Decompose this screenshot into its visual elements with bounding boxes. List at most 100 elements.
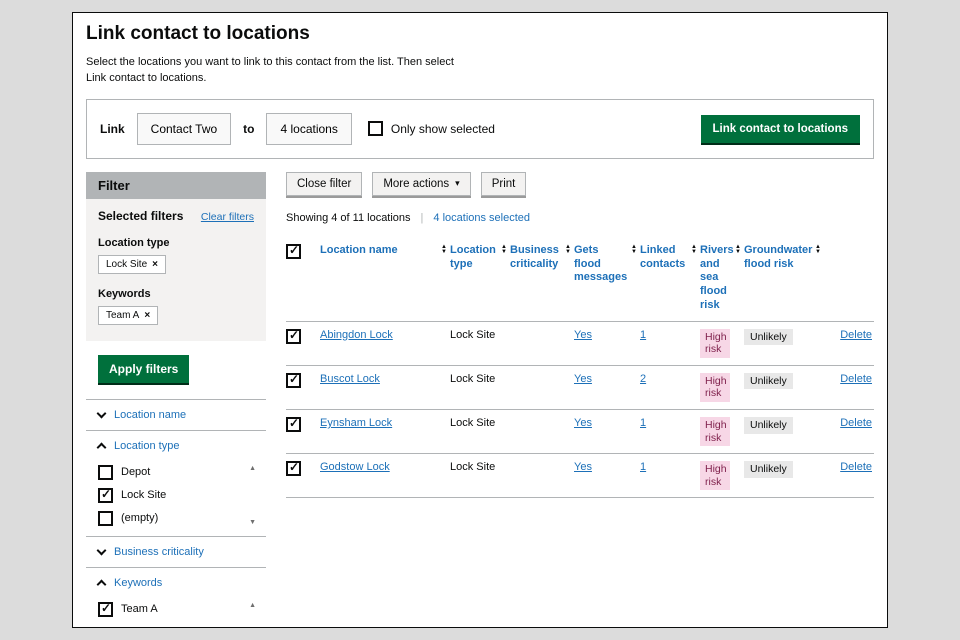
location-type-value: Lock Site [450, 373, 495, 385]
location-type-value: Lock Site [450, 461, 495, 473]
checkbox[interactable] [98, 511, 113, 526]
clear-filters-link[interactable]: Clear filters [201, 211, 254, 223]
delete-link[interactable]: Delete [840, 329, 872, 341]
filter-section-label: Location type [114, 440, 179, 452]
col-location-name[interactable]: Location name [320, 236, 450, 321]
select-all-cell [286, 236, 320, 321]
filter-section-label: Keywords [114, 577, 162, 589]
checkbox[interactable] [98, 602, 113, 617]
option-label: (empty) [121, 512, 158, 524]
locations-picker-button[interactable]: 4 locations [266, 113, 351, 145]
filter-panel: Filter Selected filters Clear filters Lo… [86, 172, 266, 627]
link-label: Link [100, 122, 125, 136]
row-checkbox[interactable] [286, 329, 301, 344]
sort-icon[interactable] [501, 245, 507, 255]
contact-picker-button[interactable]: Contact Two [137, 113, 231, 145]
close-filter-label: Close filter [297, 178, 351, 190]
selected-filters-section: Selected filters Clear filters Location … [86, 199, 266, 341]
col-actions [824, 236, 874, 321]
checkbox[interactable] [98, 465, 113, 480]
location-link[interactable]: Buscot Lock [320, 373, 380, 385]
col-label: Rivers and sea flood risk [700, 244, 734, 311]
col-business-criticality[interactable]: Business criticality [510, 236, 574, 321]
option-label: Lock Site [121, 489, 166, 501]
scroll-down-icon[interactable]: ▼ [249, 519, 256, 526]
flood-messages-link[interactable]: Yes [574, 461, 592, 473]
remove-tag-icon[interactable]: × [144, 310, 150, 321]
caret-down-icon: ▾ [455, 178, 460, 189]
close-filter-button[interactable]: Close filter [286, 172, 362, 196]
link-bar: Link Contact Two to 4 locations Only sho… [86, 99, 874, 159]
filter-option-empty[interactable]: (empty) [98, 507, 242, 530]
filter-section-toggle-keywords[interactable]: Keywords [98, 568, 254, 598]
filter-section-toggle-location-type[interactable]: Location type [98, 431, 254, 461]
linked-contacts-link[interactable]: 1 [640, 329, 646, 341]
col-linked-contacts[interactable]: Linked contacts [640, 236, 700, 321]
sort-icon[interactable] [565, 245, 571, 255]
locations-table: Location name Location type Business cri… [286, 236, 874, 499]
flood-messages-link[interactable]: Yes [574, 417, 592, 429]
col-rivers-sea-flood-risk[interactable]: Rivers and sea flood risk [700, 236, 744, 321]
delete-link[interactable]: Delete [840, 417, 872, 429]
chevron-down-icon [97, 545, 107, 555]
only-show-selected-checkbox[interactable] [368, 121, 383, 136]
page-card: Link contact to locations Select the loc… [72, 12, 888, 628]
location-link[interactable]: Godstow Lock [320, 461, 390, 473]
selected-group-label: Location type [98, 237, 254, 249]
selected-filter-tag[interactable]: Team A× [98, 306, 158, 325]
filter-section-toggle-location-name[interactable]: Location name [98, 400, 254, 430]
filter-option-depot[interactable]: Depot [98, 461, 242, 484]
flood-messages-link[interactable]: Yes [574, 373, 592, 385]
linked-contacts-link[interactable]: 2 [640, 373, 646, 385]
apply-filters-button[interactable]: Apply filters [98, 355, 189, 383]
sort-icon[interactable] [691, 245, 697, 255]
chevron-down-icon [97, 408, 107, 418]
chevron-up-icon [97, 579, 107, 589]
row-checkbox[interactable] [286, 373, 301, 388]
business-criticality-value [510, 321, 574, 365]
river-risk-badge: High risk [700, 373, 730, 402]
intro-text: Select the locations you want to link to… [86, 55, 874, 87]
scroll-up-icon[interactable]: ▲ [249, 602, 256, 609]
checkbox[interactable] [98, 488, 113, 503]
sort-icon[interactable] [441, 245, 447, 255]
linked-contacts-link[interactable]: 1 [640, 461, 646, 473]
col-gets-flood-messages[interactable]: Gets flood messages [574, 236, 640, 321]
intro-line-2: Link contact to locations. [86, 71, 874, 87]
river-risk-badge: High risk [700, 461, 730, 490]
filter-section-toggle-business-criticality[interactable]: Business criticality [98, 537, 254, 567]
select-all-checkbox[interactable] [286, 244, 301, 259]
filter-option-lock-site[interactable]: Lock Site [98, 484, 242, 507]
row-checkbox[interactable] [286, 417, 301, 432]
remove-tag-icon[interactable]: × [152, 259, 158, 270]
only-show-selected-control[interactable]: Only show selected [368, 121, 495, 136]
scroll-up-icon[interactable]: ▲ [249, 465, 256, 472]
sort-icon[interactable] [735, 245, 741, 255]
intro-line-1: Select the locations you want to link to… [86, 55, 874, 71]
row-checkbox[interactable] [286, 461, 301, 476]
location-link[interactable]: Eynsham Lock [320, 417, 392, 429]
sort-icon[interactable] [631, 245, 637, 255]
selected-filter-tag[interactable]: Lock Site× [98, 255, 166, 274]
keywords-options: ▲ Team A [98, 598, 254, 627]
location-link[interactable]: Abingdon Lock [320, 329, 393, 341]
sort-icon[interactable] [815, 245, 821, 255]
flood-messages-link[interactable]: Yes [574, 329, 592, 341]
col-groundwater-flood-risk[interactable]: Groundwater flood risk [744, 236, 824, 321]
table-row: Abingdon Lock Lock Site Yes 1 High risk … [286, 321, 874, 365]
apply-filters-area: Apply filters [86, 341, 266, 399]
locations-selected-link[interactable]: 4 locations selected [433, 212, 530, 224]
print-button[interactable]: Print [481, 172, 527, 196]
filter-option-team-a[interactable]: Team A [98, 598, 242, 621]
delete-link[interactable]: Delete [840, 461, 872, 473]
business-criticality-value [510, 454, 574, 498]
linked-contacts-link[interactable]: 1 [640, 417, 646, 429]
business-criticality-value [510, 365, 574, 409]
delete-link[interactable]: Delete [840, 373, 872, 385]
more-actions-button[interactable]: More actions ▾ [372, 172, 470, 196]
link-contact-to-locations-button[interactable]: Link contact to locations [701, 115, 860, 143]
col-location-type[interactable]: Location type [450, 236, 510, 321]
print-label: Print [492, 178, 516, 190]
groundwater-risk-badge: Unlikely [744, 461, 793, 478]
chevron-up-icon [97, 442, 107, 452]
